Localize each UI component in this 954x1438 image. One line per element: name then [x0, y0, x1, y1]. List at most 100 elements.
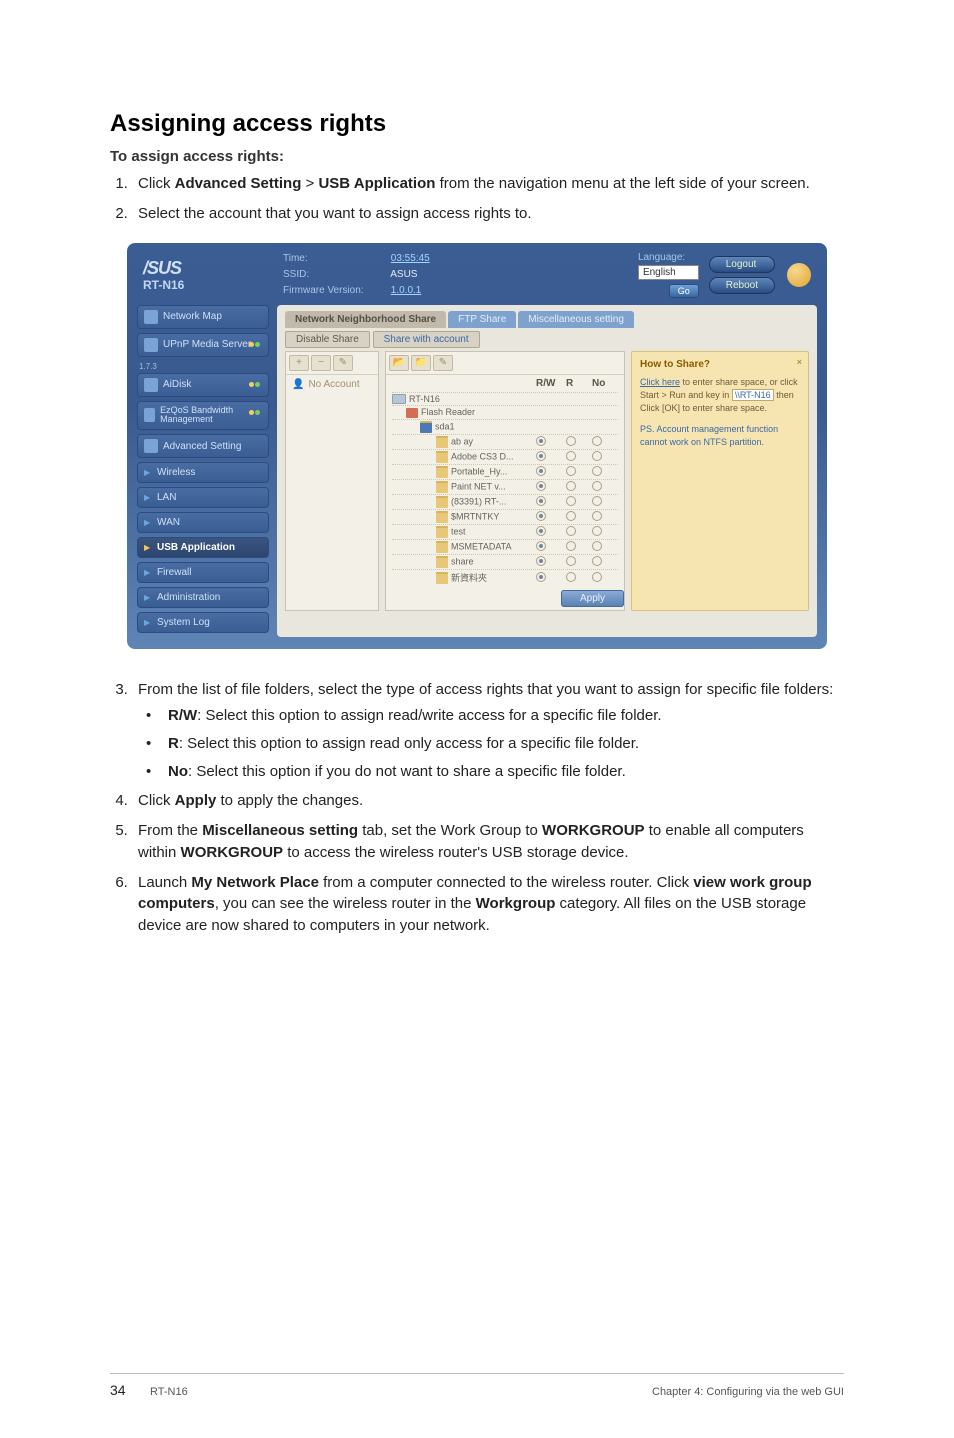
tree-row[interactable]: sda1	[392, 419, 618, 434]
radio-rw[interactable]	[536, 496, 546, 506]
edit-folder-icon[interactable]: ✎	[433, 355, 453, 371]
radio-rw[interactable]	[536, 466, 546, 476]
radio-no[interactable]	[592, 541, 602, 551]
folder-icon	[436, 511, 448, 523]
main-panel: Network Neighborhood Share FTP Share Mis…	[277, 305, 817, 638]
radio-rw[interactable]	[536, 511, 546, 521]
header-fw-link[interactable]: 1.0.0.1	[391, 285, 422, 296]
page-heading: Assigning access rights	[110, 110, 844, 138]
folder-icon	[436, 572, 448, 584]
radio-no[interactable]	[592, 526, 602, 536]
sidebar-item-aidisk[interactable]: AiDisk	[137, 373, 269, 397]
step-6: Launch My Network Place from a computer …	[132, 872, 844, 937]
folder-tree: 📂 📁 ✎ R/W R No RT-N16Flash Readersda1ab …	[385, 351, 625, 612]
edit-user-icon[interactable]: ✎	[333, 355, 353, 371]
chevron-right-icon: ▶	[144, 543, 152, 552]
radio-r[interactable]	[566, 572, 576, 582]
radio-rw[interactable]	[536, 481, 546, 491]
account-item[interactable]: 👤 No Account	[286, 375, 378, 394]
sidebar-item-networkmap[interactable]: Network Map	[137, 305, 269, 329]
del-folder-icon[interactable]: 📁	[411, 355, 431, 371]
radio-no[interactable]	[592, 466, 602, 476]
tree-row[interactable]: (83391) RT-...	[392, 494, 618, 509]
radio-no[interactable]	[592, 496, 602, 506]
radio-no[interactable]	[592, 436, 602, 446]
radio-r[interactable]	[566, 496, 576, 506]
go-button[interactable]: Go	[669, 284, 699, 298]
help-path-input[interactable]: \\RT-N16	[732, 389, 774, 401]
step-4: Click Apply to apply the changes.	[132, 790, 844, 812]
sidebar-item-firewall[interactable]: ▶Firewall	[137, 562, 269, 583]
radio-rw[interactable]	[536, 572, 546, 582]
tree-row[interactable]: share	[392, 554, 618, 569]
folder-icon	[436, 436, 448, 448]
folder-icon	[436, 466, 448, 478]
radio-r[interactable]	[566, 466, 576, 476]
share-with-account-button[interactable]: Share with account	[373, 331, 480, 348]
tree-row[interactable]: Flash Reader	[392, 405, 618, 419]
tree-row[interactable]: RT-N16	[392, 392, 618, 406]
tree-row[interactable]: 新資料夾	[392, 569, 618, 586]
del-user-icon[interactable]: −	[311, 355, 331, 371]
tree-row[interactable]: Adobe CS3 D...	[392, 449, 618, 464]
radio-rw[interactable]	[536, 556, 546, 566]
add-folder-icon[interactable]: 📂	[389, 355, 409, 371]
help-ps: PS. Account management function cannot w…	[640, 423, 800, 449]
add-user-icon[interactable]: +	[289, 355, 309, 371]
sidebar-item-admin[interactable]: ▶Administration	[137, 587, 269, 608]
radio-r[interactable]	[566, 451, 576, 461]
language-block: Language: English Go	[638, 252, 699, 298]
radio-r[interactable]	[566, 556, 576, 566]
sidebar-group-label: 1.7.3	[137, 361, 269, 373]
tree-row[interactable]: Paint NET v...	[392, 479, 618, 494]
radio-no[interactable]	[592, 481, 602, 491]
radio-r[interactable]	[566, 436, 576, 446]
gear-icon	[144, 439, 158, 453]
user-icon: 👤	[292, 379, 304, 390]
tree-row[interactable]: $MRTNTKY	[392, 509, 618, 524]
chevron-right-icon: ▶	[144, 493, 152, 502]
help-link[interactable]: Click here	[640, 377, 680, 387]
sidebar-item-ezqos[interactable]: EzQoS Bandwidth Management	[137, 401, 269, 431]
tab-misc[interactable]: Miscellaneous setting	[518, 311, 634, 328]
tree-row[interactable]: test	[392, 524, 618, 539]
apply-button[interactable]: Apply	[561, 590, 624, 607]
radio-no[interactable]	[592, 511, 602, 521]
bullet-rw: R/W: Select this option to assign read/w…	[162, 705, 844, 727]
folder-icon	[392, 394, 406, 404]
radio-r[interactable]	[566, 526, 576, 536]
header-time-link[interactable]: 03:55:45	[391, 253, 430, 264]
radio-no[interactable]	[592, 556, 602, 566]
radio-rw[interactable]	[536, 436, 546, 446]
reboot-button[interactable]: Reboot	[709, 277, 775, 294]
sidebar-item-advanced[interactable]: Advanced Setting	[137, 434, 269, 458]
step-2: Select the account that you want to assi…	[132, 203, 844, 225]
sidebar-item-wireless[interactable]: ▶Wireless	[137, 462, 269, 483]
radio-rw[interactable]	[536, 541, 546, 551]
radio-no[interactable]	[592, 572, 602, 582]
radio-r[interactable]	[566, 511, 576, 521]
globe-icon[interactable]	[787, 263, 811, 287]
radio-r[interactable]	[566, 541, 576, 551]
radio-rw[interactable]	[536, 451, 546, 461]
radio-r[interactable]	[566, 481, 576, 491]
radio-no[interactable]	[592, 451, 602, 461]
tab-nns[interactable]: Network Neighborhood Share	[285, 311, 446, 328]
disable-share-button[interactable]: Disable Share	[285, 331, 370, 348]
close-help-icon[interactable]: ×	[797, 356, 802, 369]
tree-row[interactable]: Portable_Hy...	[392, 464, 618, 479]
tree-row[interactable]: MSMETADATA	[392, 539, 618, 554]
logout-button[interactable]: Logout	[709, 256, 775, 273]
step-3: From the list of file folders, select th…	[132, 679, 844, 782]
sidebar-item-usbapp[interactable]: ▶USB Application	[137, 537, 269, 558]
radio-rw[interactable]	[536, 526, 546, 536]
tree-row[interactable]: ab ay	[392, 434, 618, 449]
help-panel: × How to Share? Click here to enter shar…	[631, 351, 809, 612]
tab-ftp[interactable]: FTP Share	[448, 311, 516, 328]
sidebar-item-upnp[interactable]: UPnP Media Server	[137, 333, 269, 357]
sidebar-item-lan[interactable]: ▶LAN	[137, 487, 269, 508]
language-select[interactable]: English	[638, 265, 699, 280]
sidebar-item-wan[interactable]: ▶WAN	[137, 512, 269, 533]
folder-icon	[420, 421, 432, 433]
sidebar-item-syslog[interactable]: ▶System Log	[137, 612, 269, 633]
